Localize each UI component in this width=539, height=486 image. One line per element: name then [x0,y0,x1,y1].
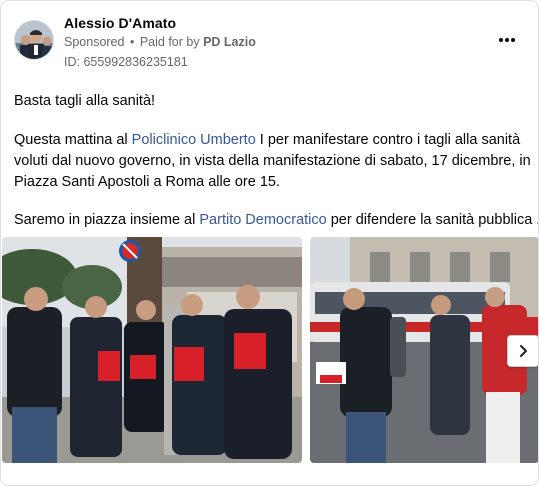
policlinico-link[interactable]: Policlinico Umberto [132,132,256,148]
author-name[interactable]: Alessio D'Amato [64,15,176,31]
ad-post-card: Alessio D'Amato Sponsored • Paid for by … [0,0,539,486]
more-horizontal-icon[interactable] [496,29,518,51]
para2-text-b: per difendere la sanità pubblica ... [326,212,539,228]
post-paragraph-1: Questa mattina al Policlinico Umberto I … [14,130,534,193]
carousel-image-2[interactable] [310,237,538,463]
post-paragraph-2: Saremo in piazza insieme al Partito Demo… [14,210,538,231]
carousel-image-1[interactable] [2,237,302,463]
post-headline: Basta tagli alla sanità! [14,93,156,109]
sponsored-label[interactable]: Sponsored [64,35,124,49]
ad-id: ID: 655992836235181 [64,55,188,69]
carousel-next-button[interactable] [507,335,538,367]
post-meta: Sponsored • Paid for by PD Lazio [64,35,256,49]
paid-prefix: Paid for by [139,35,200,49]
meta-separator: • [129,35,135,49]
author-avatar[interactable] [14,20,54,60]
paid-by-link[interactable]: PD Lazio [203,35,256,49]
para2-text-a: Saremo in piazza insieme al [14,212,200,228]
chevron-right-icon [520,345,527,357]
para1-text-a: Questa mattina al [14,132,132,148]
partito-democratico-link[interactable]: Partito Democratico [199,212,326,228]
